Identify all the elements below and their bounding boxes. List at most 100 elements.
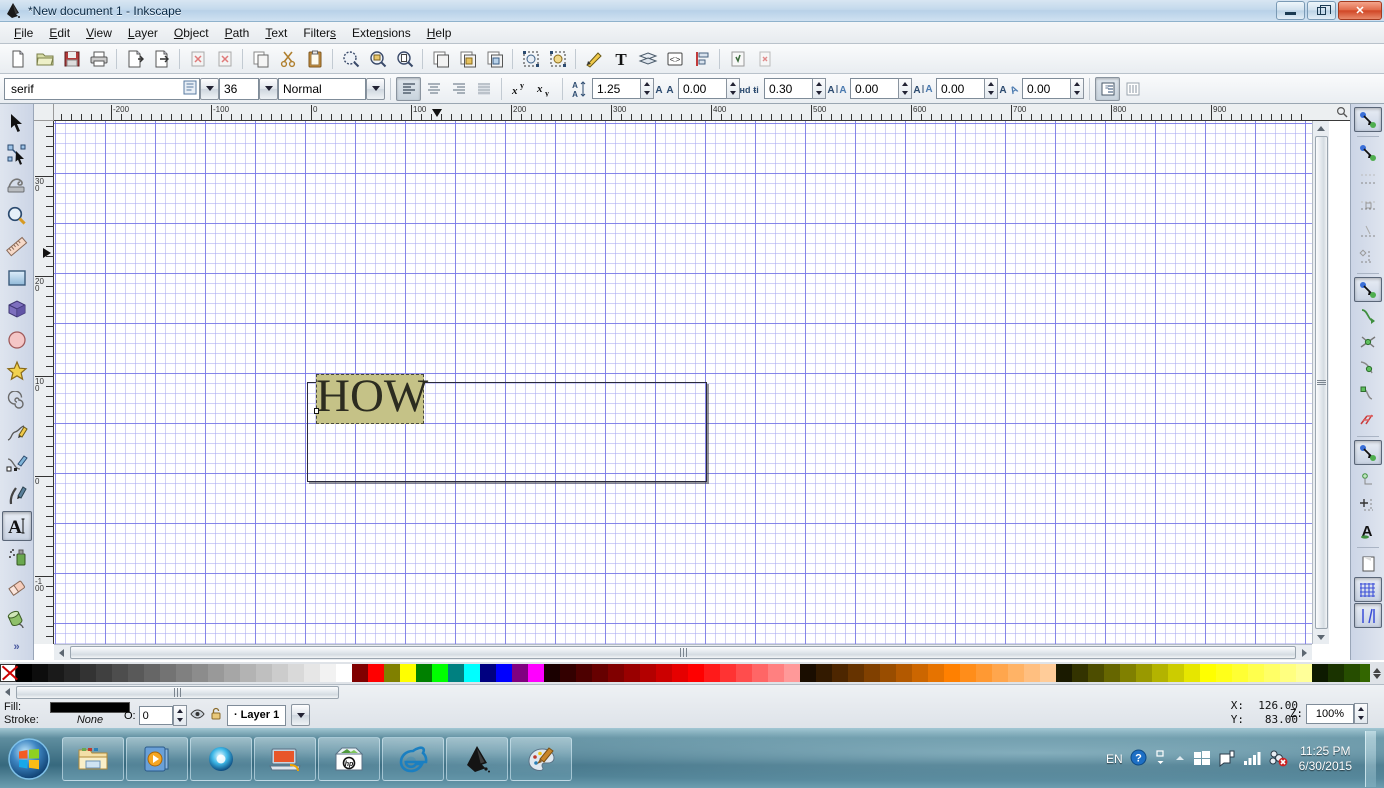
- tool-spray[interactable]: [2, 542, 32, 572]
- palette-swatch[interactable]: [1024, 664, 1040, 682]
- tool-measure[interactable]: [2, 232, 32, 262]
- text-cursor-handle[interactable]: [314, 408, 319, 414]
- palette-swatch[interactable]: [112, 664, 128, 682]
- snap-bbox-corners[interactable]: [1354, 192, 1382, 217]
- palette-swatch[interactable]: [944, 664, 960, 682]
- vertical-kerning-stepper[interactable]: [984, 78, 998, 99]
- palette-swatch[interactable]: [848, 664, 864, 682]
- opacity-input[interactable]: 0: [138, 706, 173, 725]
- taskbar-blue-orb-app[interactable]: [190, 736, 252, 781]
- palette-swatch[interactable]: [288, 664, 304, 682]
- new-document-button[interactable]: [4, 46, 31, 72]
- palette-swatch[interactable]: [976, 664, 992, 682]
- canvas-text-object[interactable]: HOW: [316, 370, 428, 422]
- menu-extensions[interactable]: Extensions: [344, 24, 419, 42]
- snap-others[interactable]: [1353, 440, 1382, 465]
- palette-swatch[interactable]: [1280, 664, 1296, 682]
- menu-object[interactable]: Object: [166, 24, 217, 42]
- palette-swatch[interactable]: [720, 664, 736, 682]
- snap-object-centers[interactable]: [1354, 466, 1382, 491]
- align-right-button[interactable]: [446, 77, 471, 101]
- horizontal-ruler[interactable]: -200 -100 0 100 200 300 400 500 600 700 800 900: [54, 104, 1350, 121]
- palette-swatch[interactable]: [128, 664, 144, 682]
- palette-swatch[interactable]: [272, 664, 288, 682]
- menu-file[interactable]: File: [6, 24, 41, 42]
- palette-swatch[interactable]: [1184, 664, 1200, 682]
- duplicate-button[interactable]: [427, 46, 454, 72]
- tool-eraser[interactable]: [2, 573, 32, 603]
- show-hidden-arrow-icon[interactable]: [1154, 749, 1167, 769]
- font-family-input[interactable]: serif: [4, 77, 200, 100]
- tool-tweak[interactable]: [2, 170, 32, 200]
- palette-swatch[interactable]: [896, 664, 912, 682]
- layer-dropdown[interactable]: [291, 704, 311, 726]
- character-rotation-field[interactable]: 0.00: [1022, 78, 1084, 99]
- palette-swatch[interactable]: [480, 664, 496, 682]
- tool-node-editor[interactable]: [2, 139, 32, 169]
- letter-spacing-stepper[interactable]: [726, 78, 740, 99]
- zoom-input[interactable]: 100%: [1306, 703, 1354, 724]
- palette-swatch[interactable]: [1136, 664, 1152, 682]
- palette-swatch[interactable]: [64, 664, 80, 682]
- align-distribute-icon[interactable]: [688, 46, 715, 72]
- tray-language[interactable]: EN: [1106, 752, 1123, 766]
- zoom-selection-button[interactable]: [337, 46, 364, 72]
- taskbar-media-player[interactable]: [126, 736, 188, 781]
- palette-swatch[interactable]: [704, 664, 720, 682]
- palette-swatch[interactable]: [1264, 664, 1280, 682]
- tool-3dbox[interactable]: [2, 294, 32, 324]
- font-list-icon[interactable]: [183, 80, 197, 98]
- taskbar-clock[interactable]: 11:25 PM 6/30/2015: [1299, 744, 1352, 774]
- document-properties-icon[interactable]: [751, 46, 778, 72]
- palette-swatch[interactable]: [864, 664, 880, 682]
- word-spacing-value[interactable]: 0.30: [764, 78, 812, 99]
- status-scroll-left[interactable]: [0, 685, 15, 699]
- taskbar-hp-app[interactable]: hp: [318, 736, 380, 781]
- palette-swatch[interactable]: [656, 664, 672, 682]
- scroll-right-button[interactable]: [1297, 646, 1312, 660]
- font-size-dropdown[interactable]: [259, 77, 278, 100]
- palette-swatch[interactable]: [560, 664, 576, 682]
- taskbar-inkscape[interactable]: [446, 736, 508, 781]
- tool-calligraphy[interactable]: [2, 480, 32, 510]
- snap-text-baselines[interactable]: A: [1354, 518, 1382, 543]
- taskbar-paint[interactable]: [510, 736, 572, 781]
- word-spacing-field[interactable]: 0.30: [764, 78, 826, 99]
- palette-swatch[interactable]: [208, 664, 224, 682]
- ruler-zoom-icon[interactable]: [1336, 106, 1348, 120]
- vertical-text-button[interactable]: [1120, 77, 1145, 101]
- palette-swatch[interactable]: [736, 664, 752, 682]
- color-palette[interactable]: [0, 662, 1384, 684]
- word-spacing-stepper[interactable]: [812, 78, 826, 99]
- palette-swatch[interactable]: [384, 664, 400, 682]
- palette-swatch[interactable]: [448, 664, 464, 682]
- close-button[interactable]: ✕: [1338, 1, 1382, 20]
- palette-swatch[interactable]: [576, 664, 592, 682]
- network-error-icon[interactable]: [1268, 749, 1288, 770]
- palette-swatch[interactable]: [96, 664, 112, 682]
- vertical-ruler[interactable]: 300 200 100 0 -100: [34, 121, 54, 644]
- menu-edit[interactable]: Edit: [41, 24, 78, 42]
- horizontal-kerning-field[interactable]: 0.00: [850, 78, 912, 99]
- palette-swatch[interactable]: [80, 664, 96, 682]
- scroll-left-button[interactable]: [54, 646, 69, 660]
- palette-swatch[interactable]: [1328, 664, 1344, 682]
- taskbar-internet-explorer[interactable]: [382, 736, 444, 781]
- copy-button[interactable]: [247, 46, 274, 72]
- font-size-input[interactable]: 36: [219, 77, 259, 100]
- palette-swatch[interactable]: [592, 664, 608, 682]
- snap-cusp-nodes[interactable]: [1354, 355, 1382, 380]
- vertical-scrollbar[interactable]: [1312, 121, 1329, 644]
- palette-swatch[interactable]: [928, 664, 944, 682]
- snap-bbox-centers[interactable]: [1354, 244, 1382, 269]
- help-question-icon[interactable]: ?: [1130, 749, 1147, 769]
- export-button[interactable]: [148, 46, 175, 72]
- zoom-control[interactable]: Z: 100%: [1290, 703, 1368, 724]
- palette-swatch[interactable]: [1312, 664, 1328, 682]
- restore-button[interactable]: [1307, 1, 1336, 20]
- palette-swatch[interactable]: [1008, 664, 1024, 682]
- windows-start-orb[interactable]: [4, 736, 54, 782]
- palette-swatch[interactable]: [544, 664, 560, 682]
- unlock-icon[interactable]: [210, 707, 222, 723]
- snap-midpoints-line-segments[interactable]: [1354, 407, 1382, 432]
